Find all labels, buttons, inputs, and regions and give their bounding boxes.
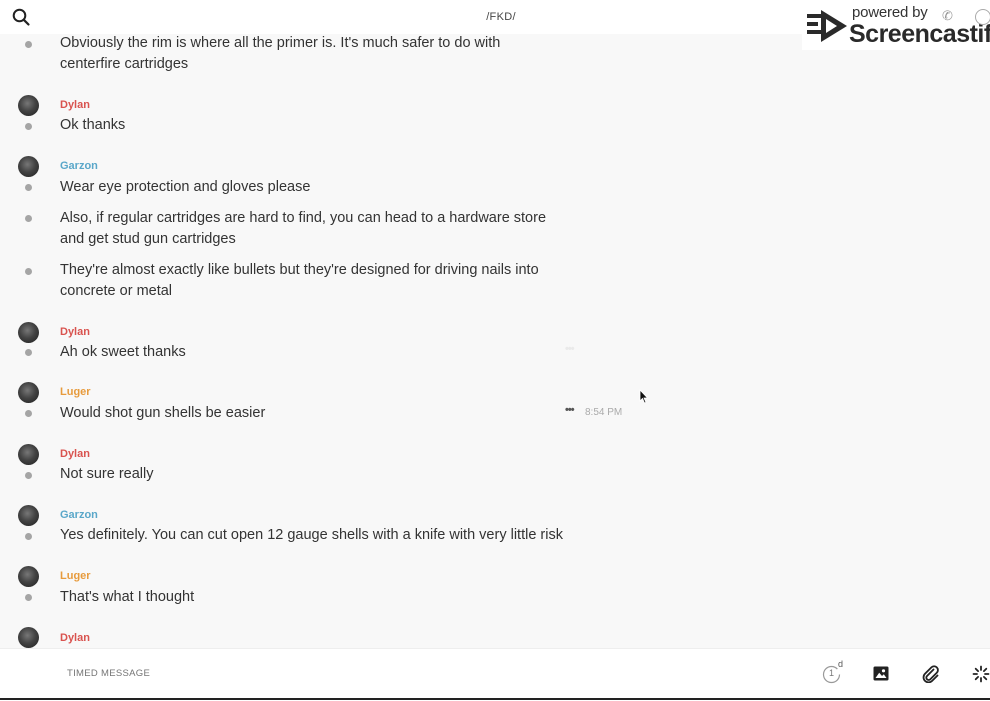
message-text: centerfire cartridges bbox=[60, 56, 189, 72]
author-name[interactable]: Luger bbox=[60, 570, 91, 582]
message-text: Ah ok sweet thanks bbox=[60, 344, 186, 360]
author-name[interactable]: Dylan bbox=[60, 99, 90, 111]
message-text: They're almost exactly like bullets but … bbox=[60, 262, 539, 278]
image-icon[interactable] bbox=[873, 666, 889, 686]
message-dot bbox=[25, 41, 32, 48]
author-name[interactable]: Garzon bbox=[60, 160, 98, 172]
author-name[interactable]: Dylan bbox=[60, 448, 90, 460]
timed-message-input[interactable] bbox=[67, 668, 667, 679]
attachment-icon[interactable] bbox=[922, 665, 940, 688]
avatar[interactable] bbox=[18, 95, 39, 116]
avatar[interactable] bbox=[18, 627, 39, 648]
avatar[interactable] bbox=[18, 322, 39, 343]
message-text: Ok thanks bbox=[60, 117, 126, 133]
mouse-cursor-icon bbox=[639, 389, 649, 404]
author-name[interactable]: Dylan bbox=[60, 632, 90, 644]
composer-bar: 1 d bbox=[0, 648, 990, 701]
screencastify-logo-icon bbox=[807, 10, 847, 42]
message-text: and get stud gun cartridges bbox=[60, 231, 236, 247]
watermark-brand: Screencastify bbox=[849, 20, 990, 48]
loading-spinner-icon[interactable] bbox=[972, 665, 990, 688]
phone-icon[interactable]: ✆ bbox=[942, 8, 953, 24]
message-dot bbox=[25, 123, 32, 130]
avatar[interactable] bbox=[18, 382, 39, 403]
message-dot bbox=[25, 349, 32, 356]
message-more-button[interactable]: ••• bbox=[565, 343, 575, 355]
message-text: Obviously the rim is where all the prime… bbox=[60, 35, 501, 51]
message-text: Yes definitely. You can cut open 12 gaug… bbox=[60, 527, 563, 543]
screencastify-watermark: powered by Screencastify ✆ bbox=[802, 0, 990, 50]
message-feed: Obviously the rim is where all the prime… bbox=[0, 34, 990, 648]
message-timer-button[interactable]: 1 d bbox=[822, 659, 843, 684]
message-text: Not sure really bbox=[60, 466, 154, 482]
message-dot bbox=[25, 472, 32, 479]
message-dot bbox=[25, 215, 32, 222]
avatar[interactable] bbox=[18, 156, 39, 177]
message-dot bbox=[25, 594, 32, 601]
message-more-button[interactable]: ••• bbox=[565, 404, 575, 416]
message-text: concrete or metal bbox=[60, 283, 173, 299]
avatar[interactable] bbox=[18, 566, 39, 587]
message-text: Would shot gun shells be easier bbox=[60, 405, 266, 421]
message-text: Wear eye protection and gloves please bbox=[60, 179, 311, 195]
message-dot bbox=[25, 268, 32, 275]
author-name[interactable]: Luger bbox=[60, 386, 91, 398]
timer-value: 1 bbox=[828, 668, 834, 678]
message-dot bbox=[25, 410, 32, 417]
message-text: That's what I thought bbox=[60, 589, 195, 605]
message-dot bbox=[25, 533, 32, 540]
message-timestamp: 8:54 PM bbox=[585, 407, 623, 418]
author-name[interactable]: Dylan bbox=[60, 326, 90, 338]
watermark-powered-by: powered by bbox=[852, 4, 928, 21]
avatar[interactable] bbox=[18, 444, 39, 465]
avatar[interactable] bbox=[18, 505, 39, 526]
timer-unit: d bbox=[838, 659, 844, 669]
author-name[interactable]: Garzon bbox=[60, 509, 98, 521]
info-icon[interactable] bbox=[975, 9, 990, 25]
message-text: Also, if regular cartridges are hard to … bbox=[60, 210, 547, 226]
message-dot bbox=[25, 184, 32, 191]
